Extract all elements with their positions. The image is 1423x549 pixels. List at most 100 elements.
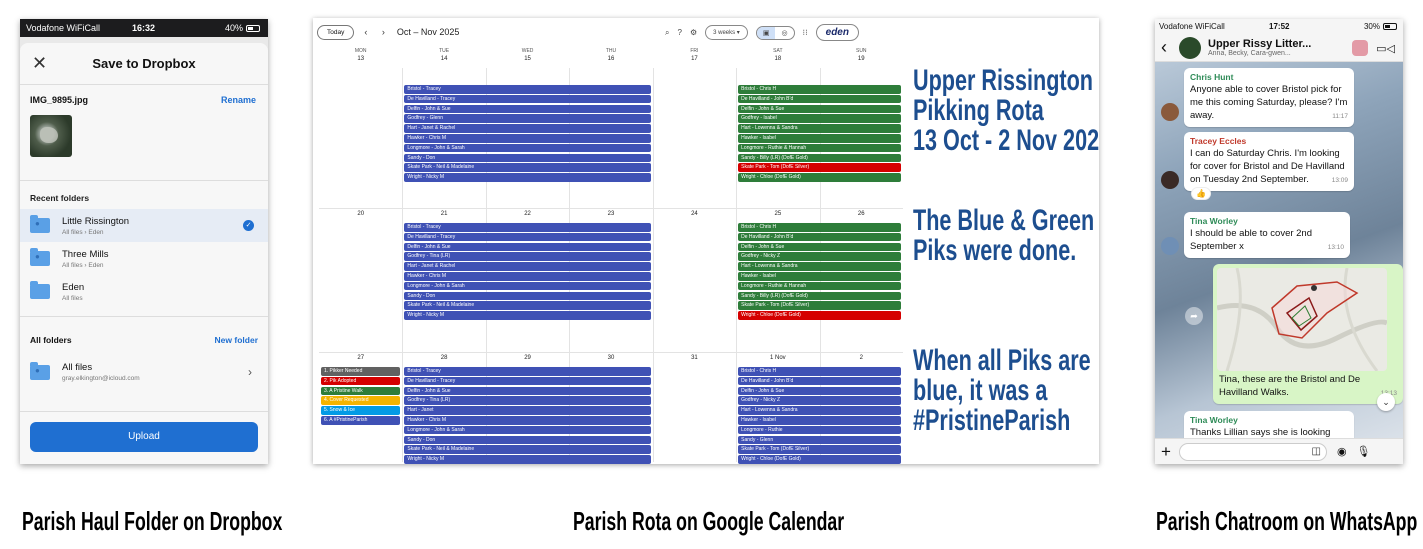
day-number[interactable]: 30: [569, 355, 652, 361]
calendar-event[interactable]: Skate Park - Neil & Madelaine: [404, 163, 651, 172]
calendar-event[interactable]: Delfin - John & Sue: [738, 104, 901, 114]
calendar-event[interactable]: Bristol - Chris H: [738, 367, 901, 376]
sticker-icon[interactable]: ◫: [1311, 446, 1320, 457]
search-icon[interactable]: ⌕: [665, 28, 669, 38]
calendar-event[interactable]: 4. Cover Requested: [321, 396, 401, 405]
day-number[interactable]: 17: [653, 56, 736, 62]
calendar-event[interactable]: Bristol - Chris H: [738, 223, 901, 232]
scroll-down-icon[interactable]: ⌄: [1377, 393, 1395, 411]
calendar-event[interactable]: Hart - Janet: [404, 406, 651, 415]
calendar-event[interactable]: De Havilland - John B'd: [738, 232, 901, 242]
day-number[interactable]: 21: [402, 211, 485, 217]
day-number[interactable]: 26: [820, 211, 903, 217]
plus-icon[interactable]: +: [1161, 442, 1171, 462]
calendar-event[interactable]: Delfin - John & Sue: [404, 386, 651, 396]
calendar-event[interactable]: Longmore - Ruthie & Hannah: [738, 281, 901, 291]
upload-button[interactable]: Upload: [30, 422, 258, 452]
calendar-event[interactable]: Hawker - Isabel: [738, 134, 901, 143]
gear-icon[interactable]: ⚙: [690, 28, 697, 37]
calendar-event[interactable]: Sandy - Billy (LR) (DofE Gold): [738, 291, 901, 301]
close-icon[interactable]: ✕: [32, 53, 47, 74]
calendar-event[interactable]: Wright - Nicky M: [404, 173, 651, 182]
day-number[interactable]: 18: [736, 56, 819, 62]
camera-icon[interactable]: ◉: [1337, 445, 1347, 458]
calendar-event[interactable]: Delfin - John & Sue: [738, 386, 901, 396]
calendar-event[interactable]: Longmore - John & Sarah: [404, 143, 651, 153]
calendar-icon[interactable]: ▣: [756, 26, 776, 39]
chat-title[interactable]: Upper Rissy Litter... Anna, Becky, Cara-…: [1208, 38, 1311, 57]
day-number[interactable]: 25: [736, 211, 819, 217]
day-number[interactable]: 14: [402, 56, 485, 62]
video-call-icon[interactable]: ▭◁: [1376, 42, 1395, 55]
calendar-event[interactable]: Skate Park - Neil & Madelaine: [404, 301, 651, 310]
day-number[interactable]: 20: [319, 211, 402, 217]
map-image[interactable]: [1217, 268, 1387, 371]
calendar-event[interactable]: Bristol - Tracey: [404, 367, 651, 376]
calendar-event[interactable]: Godfrey - Glenn: [404, 114, 651, 123]
calendar-event[interactable]: Bristol - Tracey: [404, 223, 651, 232]
calendar-event[interactable]: De Havilland - Tracey: [404, 94, 651, 104]
day-number[interactable]: 16: [569, 56, 652, 62]
calendar-event[interactable]: Hart - Lowenna & Sandra: [738, 262, 901, 271]
calendar-event[interactable]: Delfin - John & Sue: [738, 242, 901, 252]
calendar-event[interactable]: Longmore - Ruthie & Hannah: [738, 143, 901, 153]
reaction-badge[interactable]: 👍: [1191, 187, 1211, 200]
day-number[interactable]: 23: [569, 211, 652, 217]
calendar-event[interactable]: 1. Pikker Needed: [321, 367, 401, 376]
forward-icon[interactable]: ➦: [1185, 307, 1203, 325]
calendar-event[interactable]: Delfin - John & Sue: [404, 242, 651, 252]
folder-row-eden[interactable]: Eden All files: [20, 275, 268, 308]
calendar-event[interactable]: Sandy - Glenn: [738, 435, 901, 445]
calendar-event[interactable]: Hawker - Chris M: [404, 272, 651, 281]
calendar-event[interactable]: De Havilland - Tracey: [404, 376, 651, 386]
group-avatar[interactable]: [1179, 36, 1201, 59]
calendar-event[interactable]: Sandy - Don: [404, 153, 651, 163]
back-icon[interactable]: ‹: [1161, 37, 1167, 58]
message-bubble[interactable]: Tina Worley I should be able to cover 2n…: [1184, 212, 1350, 259]
day-number[interactable]: 29: [486, 355, 569, 361]
day-number[interactable]: 19: [820, 56, 903, 62]
message-bubble[interactable]: Chris Hunt Anyone able to cover Bristol …: [1184, 68, 1354, 127]
calendar-task-toggle[interactable]: ▣ ◎: [755, 25, 795, 40]
calendar-event[interactable]: Godfrey - Nicky Z: [738, 252, 901, 261]
calendar-event[interactable]: Hawker - Isabel: [738, 416, 901, 425]
calendar-event[interactable]: Skate Park - Neil & Madelaine: [404, 445, 651, 454]
calendar-event[interactable]: Hawker - Chris M: [404, 416, 651, 425]
avatar[interactable]: [1161, 103, 1179, 121]
calendar-event[interactable]: Wright - Chloe (DofE Gold): [738, 455, 901, 464]
calendar-event[interactable]: Godfrey - Tina (LR): [404, 396, 651, 405]
calendar-event[interactable]: Longmore - Ruthie: [738, 425, 901, 435]
microphone-icon[interactable]: 🎙: [1357, 445, 1371, 458]
calendar-event[interactable]: Sandy - Don: [404, 291, 651, 301]
calendar-event[interactable]: Longmore - John & Sarah: [404, 425, 651, 435]
new-folder-button[interactable]: New folder: [215, 335, 258, 345]
day-number[interactable]: 13: [319, 56, 402, 62]
calendar-event[interactable]: Skate Park - Tom (DofE Silver): [738, 163, 901, 172]
avatar[interactable]: [1161, 171, 1179, 189]
calendar-event[interactable]: De Havilland - John B'd: [738, 376, 901, 386]
calendar-event[interactable]: Godfrey - Nicky Z: [738, 396, 901, 405]
calendar-event[interactable]: Hawker - Isabel: [738, 272, 901, 281]
day-number[interactable]: 27: [319, 355, 402, 361]
calendar-event[interactable]: 2. Pik Adopted: [321, 376, 401, 386]
day-number[interactable]: 15: [486, 56, 569, 62]
participant-avatar[interactable]: [1352, 40, 1369, 56]
calendar-event[interactable]: Godfrey - Tina (LR): [404, 252, 651, 261]
calendar-event[interactable]: Hawker - Chris M: [404, 134, 651, 143]
calendar-event[interactable]: Delfin - John & Sue: [404, 104, 651, 114]
calendar-event[interactable]: Bristol - Chris H: [738, 85, 901, 94]
image-message[interactable]: Tina, these are the Bristol and De Havil…: [1213, 264, 1403, 404]
day-number[interactable]: 24: [653, 211, 736, 217]
today-button[interactable]: Today: [317, 24, 355, 40]
calendar-event[interactable]: Hart - Janet & Rachel: [404, 124, 651, 133]
folder-row-three-mills[interactable]: Three Mills All files › Eden: [20, 242, 268, 275]
day-number[interactable]: 2: [820, 355, 903, 361]
calendar-event[interactable]: Hart - Janet & Rachel: [404, 262, 651, 271]
calendar-event[interactable]: Wright - Chloe (DofE Gold): [738, 173, 901, 182]
rename-button[interactable]: Rename: [221, 95, 256, 105]
tasks-icon[interactable]: ◎: [775, 27, 793, 39]
all-files-row[interactable]: All files gray.elkington@icloud.com ›: [20, 353, 268, 391]
folder-row-little-rissington[interactable]: Little Rissington All files › Eden ✓: [20, 209, 268, 242]
day-number[interactable]: 31: [653, 355, 736, 361]
apps-grid-icon[interactable]: ⁝⁝: [803, 28, 808, 37]
